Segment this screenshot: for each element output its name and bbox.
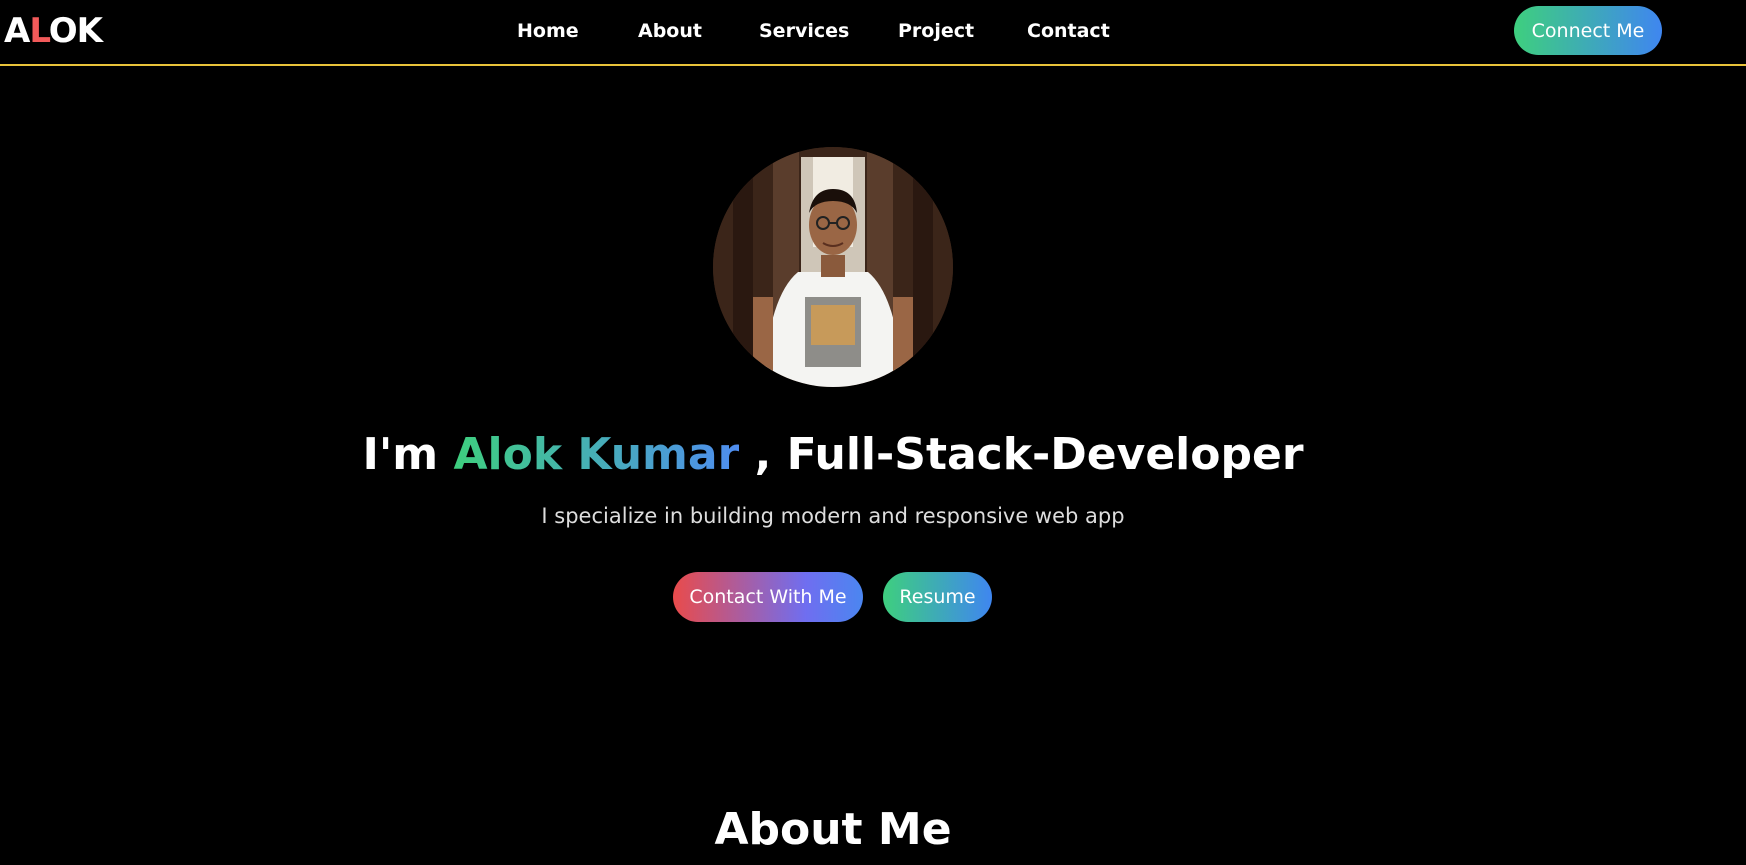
contact-with-me-button[interactable]: Contact With Me [673,572,863,622]
nav-link-services[interactable]: Services [759,18,849,44]
logo-letter-l: L [29,11,49,51]
headline-prefix: I'm [362,429,454,480]
navbar: ALOK Home About Services Project Contact… [0,0,1746,66]
logo-letters-ok: OK [48,11,103,51]
profile-photo [713,147,953,387]
nav-link-about[interactable]: About [638,18,702,44]
about-section-title: About Me [714,804,952,855]
connect-me-button[interactable]: Connect Me [1514,6,1662,55]
logo-letter-a: A [4,11,30,51]
hero-tagline: I specialize in building modern and resp… [541,504,1125,528]
profile-photo-illustration [713,147,953,387]
resume-button[interactable]: Resume [883,572,992,622]
nav-link-home[interactable]: Home [517,18,579,44]
headline-role: , Full-Stack-Developer [739,429,1304,480]
site-logo[interactable]: ALOK [4,11,103,51]
nav-link-contact[interactable]: Contact [1027,18,1110,44]
hero-headline: I'm Alok Kumar , Full-Stack-Developer [0,425,1666,485]
nav-link-project[interactable]: Project [898,18,974,44]
headline-name: Alok Kumar [453,429,740,480]
